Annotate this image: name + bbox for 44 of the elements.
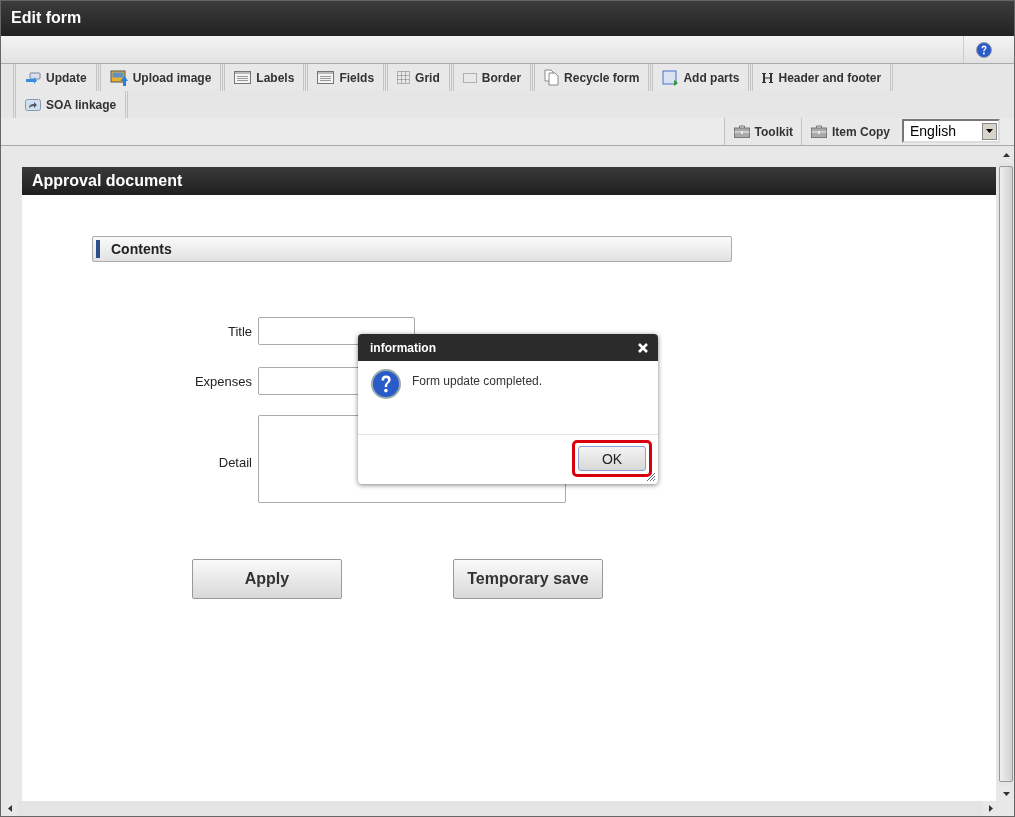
caret-icon (986, 129, 993, 133)
down-arrow-icon[interactable] (1002, 789, 1010, 797)
toolbar-tab[interactable]: Recycle form (532, 64, 652, 91)
field-label: Title (226, 323, 252, 339)
heading-icon (762, 72, 774, 83)
toolbar-tab[interactable]: Grid (385, 64, 452, 91)
toolbar-tab[interactable]: Fields (305, 64, 387, 91)
update-icon (25, 71, 41, 84)
add-parts-icon (662, 69, 679, 86)
panel-title: Approval document (32, 172, 183, 189)
window-title: Edit form (11, 9, 82, 26)
right-arrow-icon[interactable] (986, 805, 994, 812)
pages-icon (544, 69, 560, 86)
toolbox-icon (811, 125, 827, 138)
toolbar-tab[interactable]: SOA linkage (13, 91, 129, 118)
list-icon (317, 71, 335, 84)
up-arrow-icon[interactable] (1002, 151, 1010, 159)
field-label: Detail (217, 454, 252, 470)
horizontal-scrollbar[interactable] (2, 801, 998, 816)
form-button[interactable]: Temporary save (453, 559, 603, 599)
dialog-title: information (370, 340, 436, 355)
toolbar-tab[interactable]: Labels (222, 64, 307, 91)
toolbox-icon (733, 125, 750, 138)
toolbar-tab[interactable]: Upload image (97, 64, 224, 91)
list-icon (234, 71, 252, 84)
border-icon (462, 72, 477, 83)
close-icon[interactable] (638, 342, 648, 353)
toolbar-tab[interactable]: Border (450, 64, 534, 91)
dialog-message: Form update completed. (412, 374, 543, 388)
image-upload-icon (109, 69, 128, 86)
left-arrow-icon[interactable] (6, 805, 14, 812)
vertical-scrollbar[interactable] (998, 147, 1014, 801)
ok-button[interactable]: OK (578, 446, 646, 471)
form-button[interactable]: Apply (192, 559, 342, 599)
toolbar-tab[interactable]: Add parts (650, 64, 752, 91)
toolbar-tab[interactable]: Update (13, 64, 99, 91)
section-title: Contents (111, 241, 172, 257)
grid-icon (397, 71, 411, 84)
toolbar-tab[interactable]: Header and footer (750, 64, 894, 91)
help-icon[interactable] (976, 41, 992, 58)
field-label: Expenses (193, 373, 252, 389)
language-dropdown[interactable]: English (902, 119, 1000, 143)
resize-grip-icon[interactable] (646, 472, 655, 481)
question-icon (371, 369, 401, 399)
